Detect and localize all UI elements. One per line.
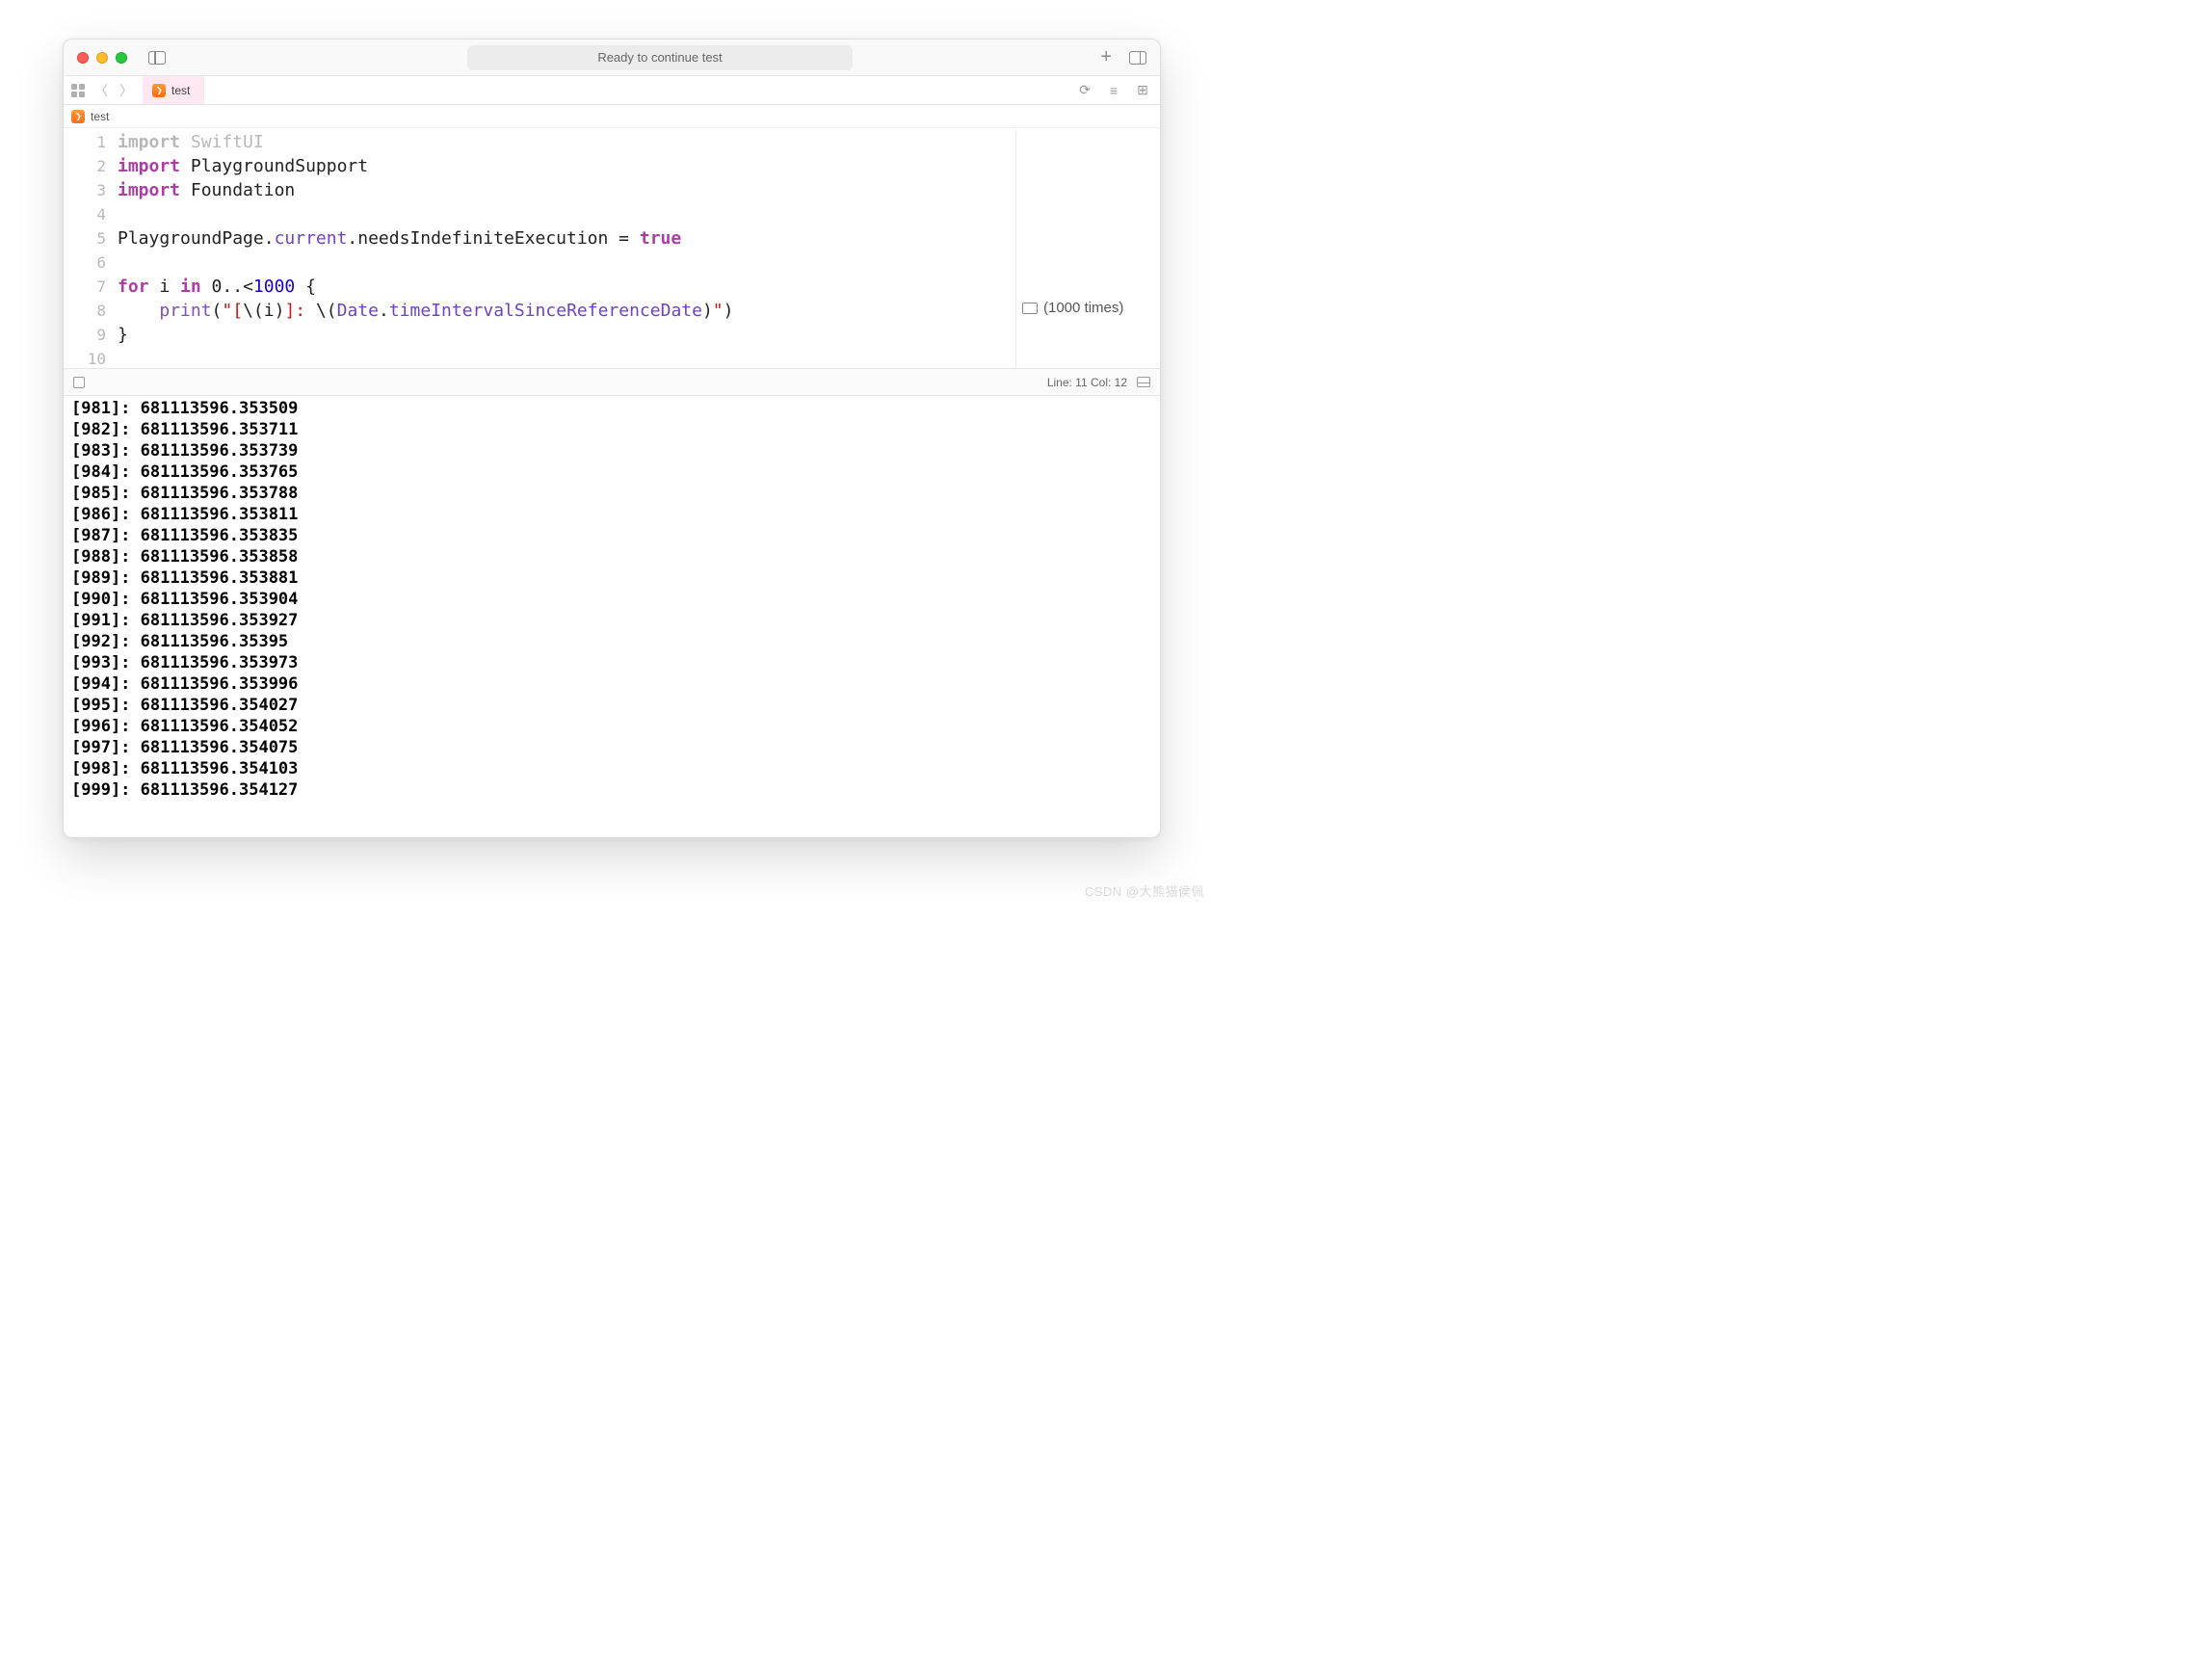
swift-file-icon — [152, 84, 166, 97]
debug-bar: Line: 11 Col: 12 — [64, 369, 1160, 396]
add-icon[interactable]: + — [1100, 46, 1112, 68]
titlebar: Ready to continue test + — [64, 40, 1160, 76]
code-editor[interactable]: 12345678910 import SwiftUIimport Playgro… — [64, 128, 1015, 368]
window-controls — [77, 52, 127, 64]
add-editor-icon[interactable]: ⊞ — [1135, 83, 1150, 98]
toggle-right-panel-icon[interactable] — [1129, 51, 1146, 65]
result-annotation[interactable]: (1000 times) — [1022, 300, 1154, 316]
watermark: CSDN @大熊猫侯佩 — [1085, 882, 1204, 900]
line-gutter: 12345678910 — [64, 128, 118, 368]
console-output[interactable]: [981]: 681113596.353509 [982]: 681113596… — [64, 396, 1160, 837]
minimize-icon[interactable] — [96, 52, 108, 64]
tab-actions: ⟳ ≡ ⊞ — [1077, 76, 1160, 104]
tab-bar: 〈 〉 test ⟳ ≡ ⊞ — [64, 76, 1160, 105]
breadcrumb-file: test — [91, 110, 109, 123]
toggle-left-panel-icon[interactable] — [148, 51, 166, 65]
breakpoint-toggle-icon[interactable] — [73, 377, 85, 388]
breadcrumb[interactable]: test — [64, 105, 1160, 128]
refresh-icon[interactable]: ⟳ — [1077, 83, 1093, 98]
related-items-icon[interactable] — [71, 84, 85, 97]
close-icon[interactable] — [77, 52, 89, 64]
nav-back-icon[interactable]: 〈 — [92, 81, 110, 100]
zoom-icon[interactable] — [116, 52, 127, 64]
result-label: (1000 times) — [1043, 300, 1123, 316]
nav-forward-icon[interactable]: 〉 — [118, 81, 135, 100]
swift-file-icon — [71, 110, 85, 123]
quicklook-icon[interactable] — [1022, 303, 1038, 314]
toggle-debug-area-icon[interactable] — [1137, 377, 1150, 387]
adjust-icon[interactable]: ≡ — [1106, 83, 1121, 98]
cursor-position: Line: 11 Col: 12 — [1047, 376, 1127, 389]
tab-label: test — [171, 84, 190, 97]
xcode-window: Ready to continue test + 〈 〉 test ⟳ ≡ ⊞ … — [63, 39, 1161, 838]
code-content[interactable]: import SwiftUIimport PlaygroundSupportim… — [118, 128, 1015, 368]
results-sidebar: (1000 times) — [1015, 128, 1160, 368]
editor-area: 12345678910 import SwiftUIimport Playgro… — [64, 128, 1160, 369]
status-text: Ready to continue test — [597, 50, 722, 65]
status-pill[interactable]: Ready to continue test — [467, 45, 853, 70]
tab-nav: 〈 〉 — [64, 76, 143, 104]
tab-test[interactable]: test — [143, 76, 204, 104]
